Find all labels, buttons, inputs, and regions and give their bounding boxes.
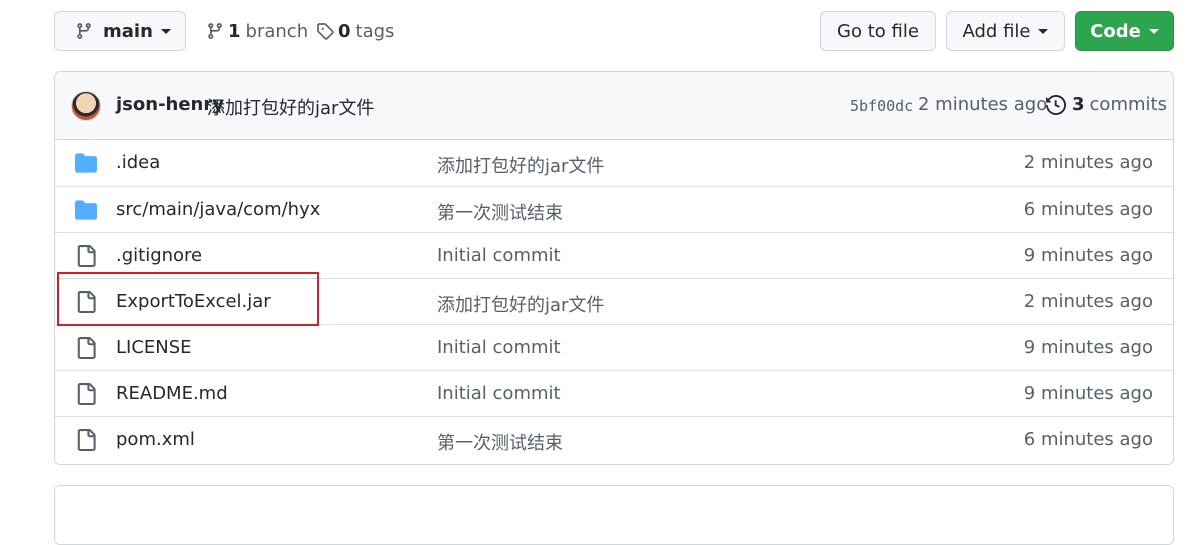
file-list-box: json-henry 添加打包好的jar文件 5bf00dc 2 minutes… bbox=[54, 71, 1174, 465]
git-branch-icon bbox=[77, 23, 91, 39]
folder-icon bbox=[75, 199, 97, 221]
chevron-down-icon bbox=[160, 28, 171, 34]
file-name-link[interactable]: ExportToExcel.jar bbox=[116, 291, 271, 312]
go-to-file-label: Go to file bbox=[837, 20, 919, 42]
latest-commit-header: json-henry 添加打包好的jar文件 5bf00dc 2 minutes… bbox=[55, 72, 1173, 140]
history-icon bbox=[1046, 94, 1066, 115]
file-commit-time: 2 minutes ago bbox=[1023, 152, 1153, 173]
add-file-label: Add file bbox=[962, 20, 1031, 42]
file-name-link[interactable]: .gitignore bbox=[116, 245, 202, 266]
file-row[interactable]: README.md Initial commit 9 minutes ago bbox=[55, 370, 1173, 416]
file-commit-time: 6 minutes ago bbox=[1023, 429, 1153, 450]
commit-hash-link[interactable]: 5bf00dc bbox=[850, 97, 913, 115]
file-commit-message-link[interactable]: 第一次测试结束 bbox=[437, 199, 563, 225]
file-icon bbox=[75, 337, 97, 359]
branches-link[interactable]: 1 branch bbox=[206, 11, 308, 51]
file-row[interactable]: LICENSE Initial commit 9 minutes ago bbox=[55, 324, 1173, 370]
file-row[interactable]: src/main/java/com/hyx 第一次测试结束 6 minutes ag… bbox=[55, 186, 1173, 232]
file-row[interactable]: .idea 添加打包好的jar文件 2 minutes ago bbox=[55, 140, 1173, 186]
file-row[interactable]: pom.xml 第一次测试结束 6 minutes ago bbox=[55, 416, 1173, 462]
code-button[interactable]: Code bbox=[1075, 11, 1174, 51]
file-row[interactable]: .gitignore Initial commit 9 minutes ago bbox=[55, 232, 1173, 278]
file-name-link[interactable]: pom.xml bbox=[116, 429, 195, 450]
file-name-link[interactable]: LICENSE bbox=[116, 337, 192, 358]
avatar[interactable] bbox=[71, 91, 101, 121]
file-commit-message-link[interactable]: Initial commit bbox=[437, 337, 561, 358]
file-icon bbox=[75, 291, 97, 313]
go-to-file-button[interactable]: Go to file bbox=[820, 11, 936, 51]
file-row[interactable]: ExportToExcel.jar 添加打包好的jar文件 2 minutes ag… bbox=[55, 278, 1173, 324]
add-file-button[interactable]: Add file bbox=[946, 11, 1065, 51]
file-icon bbox=[75, 429, 97, 451]
commit-message-link[interactable]: 添加打包好的jar文件 bbox=[207, 94, 374, 120]
tags-count: 0 bbox=[338, 20, 351, 42]
file-icon bbox=[75, 383, 97, 405]
file-commit-message-link[interactable]: Initial commit bbox=[437, 245, 561, 266]
branch-select-button[interactable]: main bbox=[54, 11, 186, 51]
tag-icon bbox=[317, 23, 334, 40]
commit-time: 2 minutes ago bbox=[918, 94, 1048, 115]
file-name-link[interactable]: .idea bbox=[116, 152, 160, 173]
chevron-down-icon bbox=[1148, 28, 1159, 34]
file-commit-time: 9 minutes ago bbox=[1023, 383, 1153, 404]
commits-history-link[interactable]: 3 commits bbox=[1046, 94, 1167, 115]
file-commit-time: 6 minutes ago bbox=[1023, 199, 1153, 220]
tags-link[interactable]: 0 tags bbox=[316, 11, 394, 51]
file-name-link[interactable]: README.md bbox=[116, 383, 228, 404]
commits-count: 3 bbox=[1072, 94, 1085, 115]
file-commit-message-link[interactable]: Initial commit bbox=[437, 383, 561, 404]
branches-count: 1 bbox=[228, 20, 241, 42]
repo-toolbar: main 1 branch 0 tags Go to file Add file… bbox=[54, 11, 1174, 51]
readme-box bbox=[54, 485, 1174, 545]
file-commit-time: 9 minutes ago bbox=[1023, 337, 1153, 358]
code-label: Code bbox=[1090, 20, 1141, 42]
file-icon bbox=[75, 245, 97, 267]
git-branch-icon bbox=[208, 23, 222, 39]
folder-icon bbox=[75, 152, 97, 174]
branch-name: main bbox=[103, 20, 153, 42]
file-commit-message-link[interactable]: 添加打包好的jar文件 bbox=[437, 291, 604, 317]
file-rows: .idea 添加打包好的jar文件 2 minutes ago src/main/ja… bbox=[55, 140, 1173, 462]
file-commit-message-link[interactable]: 第一次测试结束 bbox=[437, 429, 563, 455]
commits-label: commits bbox=[1089, 94, 1167, 115]
branches-label: branch bbox=[245, 20, 309, 42]
file-commit-message-link[interactable]: 添加打包好的jar文件 bbox=[437, 152, 604, 178]
file-name-link[interactable]: src/main/java/com/hyx bbox=[116, 199, 320, 220]
file-commit-time: 2 minutes ago bbox=[1023, 291, 1153, 312]
tags-label: tags bbox=[355, 20, 395, 42]
file-commit-time: 9 minutes ago bbox=[1023, 245, 1153, 266]
chevron-down-icon bbox=[1038, 28, 1049, 34]
